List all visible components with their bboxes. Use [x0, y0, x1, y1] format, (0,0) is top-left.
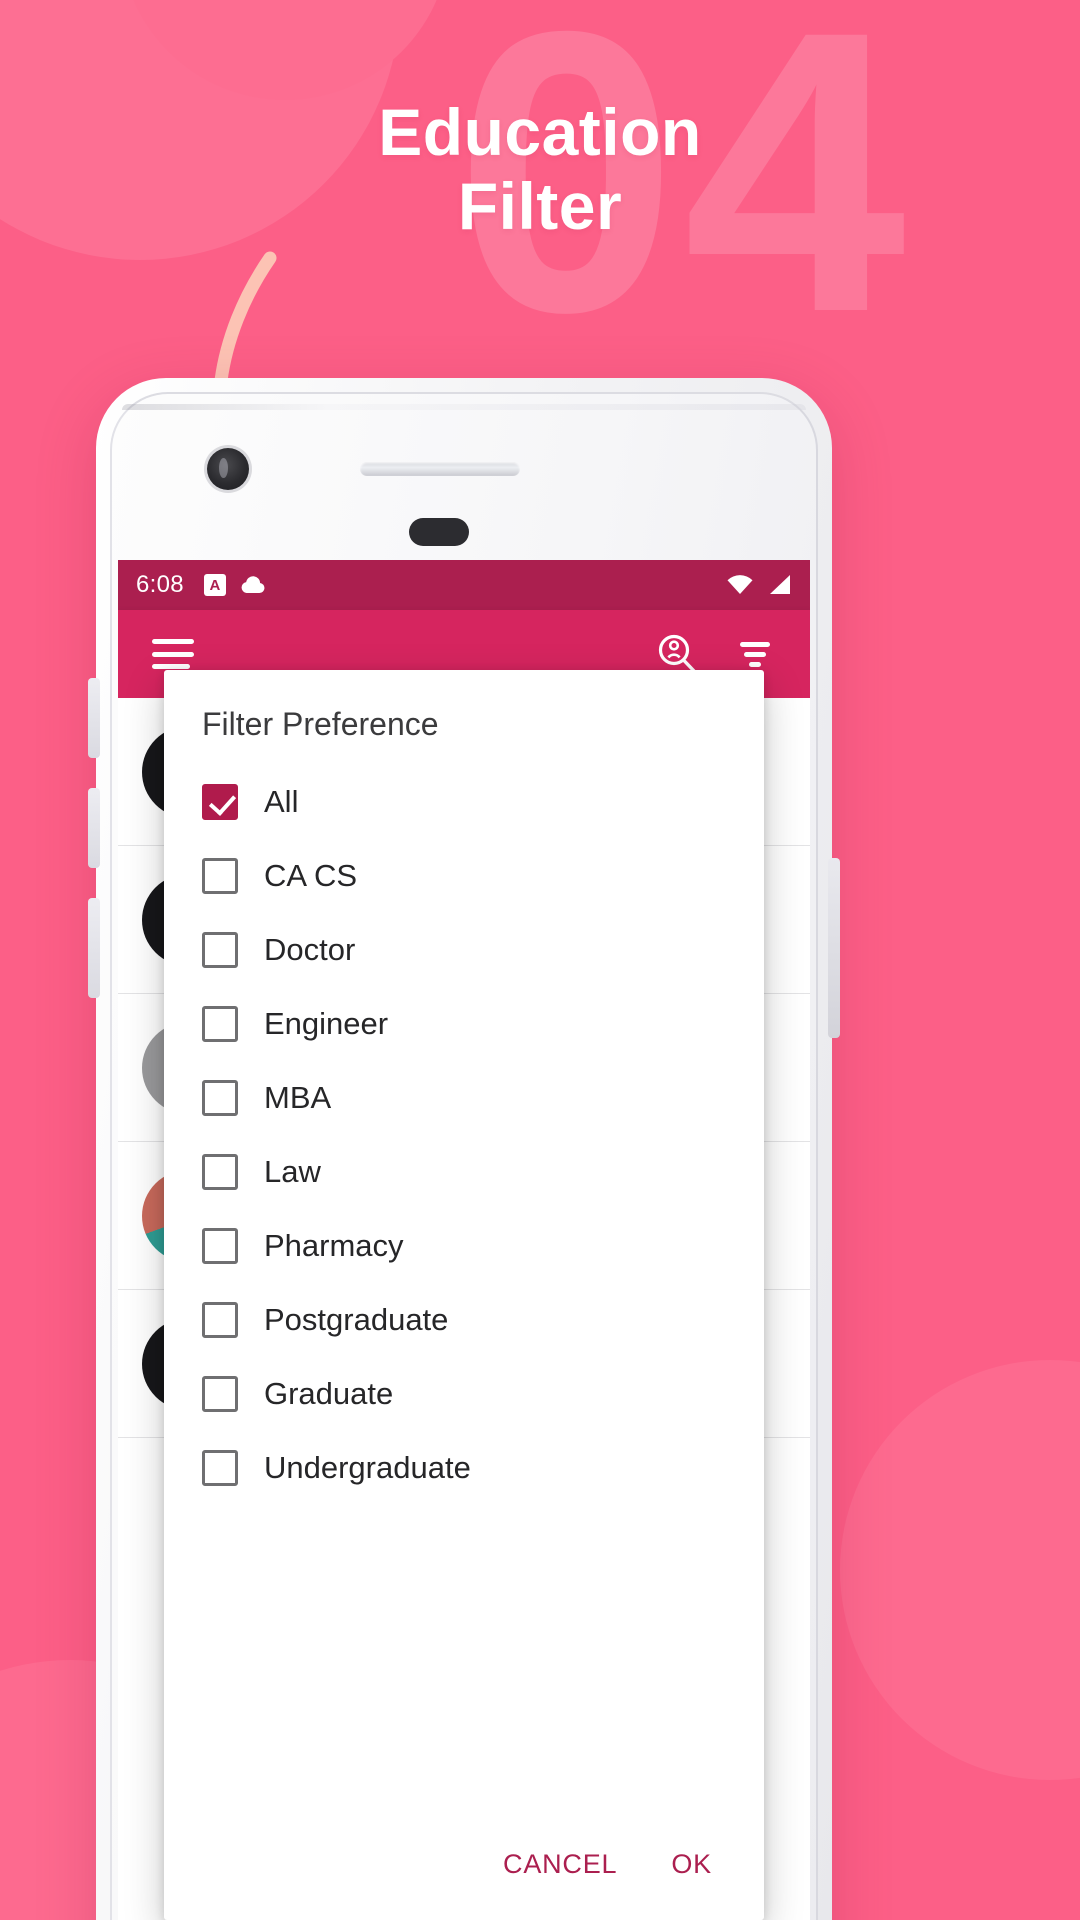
- filter-option-label: All: [264, 784, 299, 819]
- wifi-icon: [727, 575, 753, 594]
- background-blob-bottom-right: [840, 1360, 1080, 1780]
- ok-button[interactable]: OK: [653, 1839, 730, 1890]
- dialog-title: Filter Preference: [202, 706, 439, 742]
- checkbox-checked-icon[interactable]: [202, 784, 238, 820]
- filter-option-list: All CA CS Doctor Engineer MBA Law Pharma…: [164, 765, 764, 1815]
- filter-option-label: CA CS: [264, 858, 358, 893]
- earpiece-speaker: [360, 462, 520, 476]
- phone-volume-button-down: [88, 788, 100, 868]
- hamburger-menu-icon[interactable]: [152, 639, 194, 669]
- filter-option-ca-cs[interactable]: CA CS: [164, 839, 764, 913]
- headline-line-1: Education: [378, 95, 702, 169]
- checkbox-icon[interactable]: [202, 1376, 238, 1412]
- filter-option-undergraduate[interactable]: Undergraduate: [164, 1431, 764, 1505]
- alarm-badge-icon: A: [203, 574, 226, 596]
- filter-preference-dialog: Filter Preference All CA CS Doctor Engin…: [164, 670, 764, 1920]
- checkbox-icon[interactable]: [202, 1228, 238, 1264]
- checkbox-icon[interactable]: [202, 1006, 238, 1042]
- filter-option-label: Graduate: [264, 1376, 394, 1411]
- filter-option-postgraduate[interactable]: Postgraduate: [164, 1283, 764, 1357]
- filter-option-pharmacy[interactable]: Pharmacy: [164, 1209, 764, 1283]
- phone-bezel-highlight: [122, 404, 806, 410]
- filter-option-label: Postgraduate: [264, 1302, 449, 1337]
- filter-option-label: Pharmacy: [264, 1228, 404, 1263]
- poster-stage: 04 Education Filter 6:08 A Filter Prefer…: [0, 0, 1080, 1920]
- filter-option-graduate[interactable]: Graduate: [164, 1357, 764, 1431]
- filter-option-mba[interactable]: MBA: [164, 1061, 764, 1135]
- dialog-actions: CANCEL OK: [164, 1815, 764, 1920]
- filter-option-doctor[interactable]: Doctor: [164, 913, 764, 987]
- status-bar-right-icons: [726, 574, 792, 596]
- checkbox-icon[interactable]: [202, 858, 238, 894]
- cancel-button[interactable]: CANCEL: [485, 1839, 635, 1890]
- filter-option-label: Undergraduate: [264, 1450, 471, 1485]
- phone-extra-button: [88, 898, 100, 998]
- filter-option-label: Law: [264, 1154, 321, 1189]
- filter-option-label: Engineer: [264, 1006, 389, 1041]
- phone-volume-button-up: [88, 678, 100, 758]
- checkbox-icon[interactable]: [202, 932, 238, 968]
- filter-option-all[interactable]: All: [164, 765, 764, 839]
- phone-screen: 6:08 A Filter Preference All CA CS Docto…: [118, 560, 810, 1920]
- status-bar-left-icons: A: [203, 574, 266, 596]
- filter-option-label: MBA: [264, 1080, 332, 1115]
- checkbox-icon[interactable]: [202, 1302, 238, 1338]
- proximity-sensor: [409, 518, 469, 546]
- filter-option-engineer[interactable]: Engineer: [164, 987, 764, 1061]
- filter-option-law[interactable]: Law: [164, 1135, 764, 1209]
- filter-option-label: Doctor: [264, 932, 356, 967]
- checkbox-icon[interactable]: [202, 1450, 238, 1486]
- status-bar: 6:08 A: [118, 560, 810, 610]
- page-title: Education Filter: [0, 95, 1080, 244]
- checkbox-icon[interactable]: [202, 1154, 238, 1190]
- headline-line-2: Filter: [457, 168, 623, 243]
- front-camera-icon: [207, 448, 249, 490]
- cloud-icon: [241, 576, 265, 593]
- signal-icon: [770, 575, 790, 594]
- status-bar-time: 6:08: [136, 571, 184, 598]
- filter-list-icon[interactable]: [734, 633, 776, 675]
- phone-power-button: [828, 858, 840, 1038]
- checkbox-icon[interactable]: [202, 1080, 238, 1116]
